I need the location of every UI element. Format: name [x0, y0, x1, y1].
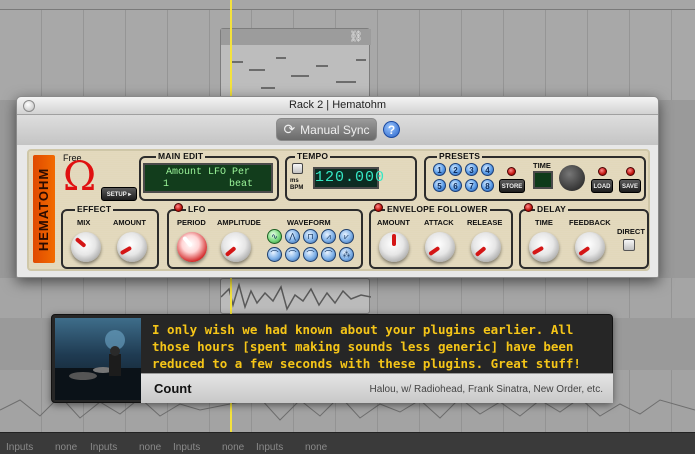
rack-toolbar: ⟳ Manual Sync ?: [17, 115, 658, 145]
timeline-ruler[interactable]: [0, 0, 695, 10]
effect-amount-label: AMOUNT: [113, 218, 146, 227]
tempo-mode-label: ms BPM: [290, 178, 304, 191]
sync-icon: ⟳: [283, 121, 296, 137]
preset-2-button[interactable]: 2: [449, 163, 462, 176]
window-titlebar[interactable]: Rack 2 | Hematohm: [17, 97, 658, 115]
tempo-display[interactable]: 120.000: [313, 167, 384, 189]
preset-4-button[interactable]: 4: [481, 163, 494, 176]
help-button[interactable]: ?: [383, 121, 400, 138]
save-button[interactable]: SAVE: [619, 179, 641, 193]
envelope-led[interactable]: [374, 203, 383, 212]
link-icon: ⛓: [349, 31, 363, 43]
waveform-ramp-button[interactable]: ⩗: [339, 229, 354, 244]
inputs-value-4[interactable]: none: [305, 442, 327, 453]
waveform-square-button[interactable]: ⊓: [303, 229, 318, 244]
store-led: [507, 167, 516, 176]
testimonial-footer: Count Halou, w/ Radiohead, Frank Sinatra…: [141, 373, 613, 403]
release-knob[interactable]: [471, 232, 501, 262]
direct-label: DIRECT: [617, 227, 645, 236]
preset-8-button[interactable]: 8: [481, 179, 494, 192]
env-amount-label: AMOUNT: [377, 218, 410, 227]
preset-6-button[interactable]: 6: [449, 179, 462, 192]
audio-region[interactable]: [220, 278, 371, 314]
brand-strip: HEMATOHM: [33, 155, 55, 263]
lfo-led[interactable]: [174, 203, 183, 212]
delay-time-knob[interactable]: [529, 232, 559, 262]
testimonial-author: Count: [154, 381, 192, 396]
delay-time-label: TIME: [535, 218, 553, 227]
waveform-6-button[interactable]: ⌒: [267, 247, 282, 262]
inputs-bar: Inputs none Inputs none Inputs none Inpu…: [0, 432, 695, 454]
testimonial-quote: I only wish we had known about your plug…: [152, 322, 581, 371]
hematohm-plugin: HEMATOHM Free Ω SETUP ▸ MAIN EDIT Amount…: [27, 149, 650, 271]
testimonial-credit: Halou, w/ Radiohead, Frank Sinatra, New …: [369, 384, 603, 395]
waveform-sine-button[interactable]: ∿: [267, 229, 282, 244]
setup-button[interactable]: SETUP ▸: [101, 187, 137, 201]
period-label: PERIOD: [177, 218, 206, 227]
inputs-value-3[interactable]: none: [222, 442, 244, 453]
release-label: RELEASE: [467, 218, 503, 227]
save-led: [626, 167, 635, 176]
inputs-label-3: Inputs: [173, 442, 201, 453]
preset-time-knob[interactable]: [559, 165, 585, 191]
inputs-label-1: Inputs: [6, 442, 34, 453]
load-led: [598, 167, 607, 176]
load-button[interactable]: LOAD: [591, 179, 613, 193]
window-title: Rack 2 | Hematohm: [288, 99, 386, 111]
waveform-triangle-button[interactable]: ⋀: [285, 229, 300, 244]
testimonial-banner: I only wish we had known about your plug…: [51, 314, 613, 403]
manual-sync-label: Manual Sync: [300, 122, 370, 137]
waveform-7-button[interactable]: ⌒: [285, 247, 300, 262]
midi-region[interactable]: ⛓: [220, 28, 371, 100]
attack-label: ATTACK: [424, 218, 454, 227]
delay-title: DELAY: [535, 204, 569, 214]
tempo-mode-toggle[interactable]: [292, 163, 303, 174]
effect-title: EFFECT: [75, 204, 114, 214]
amplitude-knob[interactable]: [221, 232, 251, 262]
param-unit: beat: [228, 179, 253, 190]
waveform-saw-button[interactable]: ⩘: [321, 229, 336, 244]
main-edit-display: Amount LFO Per 1 beat: [143, 163, 273, 193]
param-value: 1: [163, 179, 170, 190]
store-button[interactable]: STORE: [499, 179, 525, 193]
preset-3-button[interactable]: 3: [465, 163, 478, 176]
preset-5-button[interactable]: 5: [433, 179, 446, 192]
envelope-title: ENVELOPE FOLLOWER: [385, 204, 490, 214]
inputs-label-4: Inputs: [256, 442, 284, 453]
waveform-8-button[interactable]: ⌒: [303, 247, 318, 262]
rack-window: Rack 2 | Hematohm ⟳ Manual Sync ? HEMATO…: [16, 96, 659, 278]
waveform-9-button[interactable]: ⌒: [321, 247, 336, 262]
waveform-random-button[interactable]: ⁂: [339, 247, 354, 262]
feedback-label: FEEDBACK: [569, 218, 611, 227]
param-name: Amount LFO Per: [165, 167, 250, 178]
effect-amount-knob[interactable]: [117, 232, 147, 262]
lfo-title: LFO: [186, 204, 208, 214]
preset-time-display: [533, 171, 553, 189]
feedback-knob[interactable]: [575, 232, 605, 262]
brand-logo-text: HEMATOHM: [36, 167, 52, 251]
setup-label: SETUP: [106, 192, 127, 198]
amplitude-label: AMPLITUDE: [217, 218, 261, 227]
artist-photo: [55, 318, 141, 400]
delay-led[interactable]: [524, 203, 533, 212]
omega-logo-icon: Ω: [63, 154, 97, 200]
attack-knob[interactable]: [425, 232, 455, 262]
mix-knob[interactable]: [71, 232, 101, 262]
presets-title: PRESETS: [437, 151, 483, 161]
preset-time-label: TIME: [533, 161, 551, 170]
main-edit-title: MAIN EDIT: [156, 151, 206, 161]
mix-label: MIX: [77, 218, 91, 227]
preset-1-button[interactable]: 1: [433, 163, 446, 176]
inputs-value-1[interactable]: none: [55, 442, 77, 453]
preset-7-button[interactable]: 7: [465, 179, 478, 192]
inputs-label-2: Inputs: [90, 442, 118, 453]
waveform-label: WAVEFORM: [287, 218, 331, 227]
direct-toggle[interactable]: [623, 239, 635, 251]
env-amount-knob[interactable]: [379, 232, 409, 262]
tempo-title: TEMPO: [295, 151, 331, 161]
manual-sync-button[interactable]: ⟳ Manual Sync: [276, 118, 377, 141]
period-knob[interactable]: [177, 232, 207, 262]
inputs-value-2[interactable]: none: [139, 442, 161, 453]
